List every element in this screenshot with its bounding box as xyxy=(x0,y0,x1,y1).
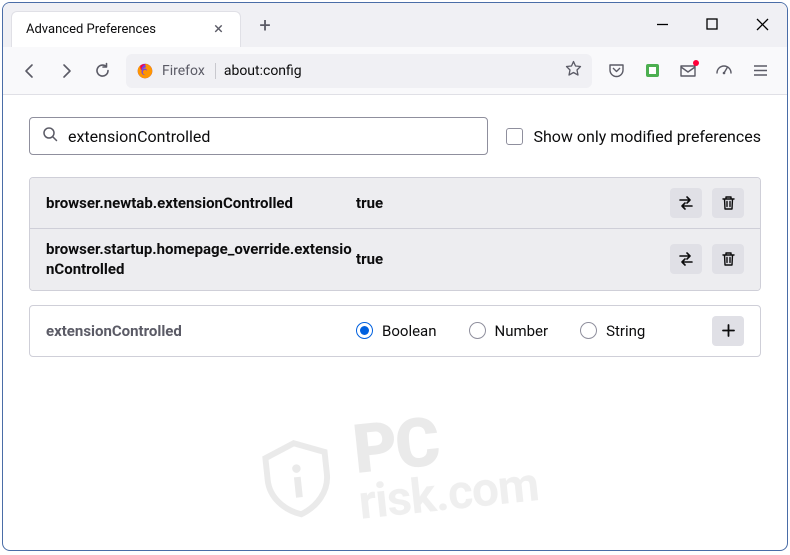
radio-input[interactable] xyxy=(356,322,373,339)
add-button[interactable] xyxy=(712,316,744,346)
toggle-icon xyxy=(677,195,695,211)
show-modified-checkbox[interactable] xyxy=(506,128,523,145)
watermark-text-2: risk.com xyxy=(357,462,541,524)
dashboard-icon[interactable] xyxy=(707,54,741,88)
watermark-logo-icon xyxy=(251,431,344,524)
toolbar-icons xyxy=(599,54,777,88)
radio-label: String xyxy=(606,322,645,340)
radio-input[interactable] xyxy=(469,322,486,339)
bookmark-star-icon[interactable] xyxy=(565,60,582,81)
watermark-text-1: PC xyxy=(350,401,536,481)
close-window-button[interactable] xyxy=(752,14,772,34)
pocket-icon[interactable] xyxy=(599,54,633,88)
trash-icon xyxy=(721,195,736,211)
address-bar[interactable]: Firefox xyxy=(126,54,592,88)
add-pref-row: extensionControlled Boolean Number Strin… xyxy=(29,305,761,357)
forward-button[interactable] xyxy=(49,54,83,88)
radio-string[interactable]: String xyxy=(580,322,645,340)
pref-value: true xyxy=(356,250,670,268)
notification-badge xyxy=(693,60,699,66)
radio-input[interactable] xyxy=(580,322,597,339)
toggle-button[interactable] xyxy=(670,188,702,218)
tab-advanced-preferences[interactable]: Advanced Preferences × xyxy=(11,11,241,47)
menu-icon[interactable] xyxy=(743,54,777,88)
window-controls xyxy=(652,14,772,34)
radio-label: Boolean xyxy=(382,322,437,340)
mail-icon[interactable] xyxy=(671,54,705,88)
delete-button[interactable] xyxy=(712,188,744,218)
pref-value: true xyxy=(356,194,670,212)
pref-name: browser.newtab.extensionControlled xyxy=(46,193,356,213)
search-icon xyxy=(42,126,58,146)
toolbar: Firefox xyxy=(3,47,787,95)
toggle-button[interactable] xyxy=(670,244,702,274)
tab-close-icon[interactable]: × xyxy=(214,21,223,38)
add-pref-name: extensionControlled xyxy=(46,322,356,340)
search-box[interactable] xyxy=(29,117,488,155)
radio-label: Number xyxy=(495,322,549,340)
new-tab-button[interactable]: + xyxy=(250,10,280,40)
watermark: PC risk.com xyxy=(250,401,541,534)
search-input[interactable] xyxy=(68,127,475,146)
firefox-logo-icon xyxy=(136,62,154,80)
pref-row[interactable]: browser.newtab.extensionControlled true xyxy=(30,178,760,229)
back-button[interactable] xyxy=(13,54,47,88)
prefs-table: browser.newtab.extensionControlled true … xyxy=(29,177,761,291)
maximize-button[interactable] xyxy=(702,14,722,34)
radio-boolean[interactable]: Boolean xyxy=(356,322,437,340)
pref-name: browser.startup.homepage_override.extens… xyxy=(46,239,356,280)
address-identity-label: Firefox xyxy=(162,63,216,79)
pref-actions xyxy=(670,244,744,274)
extension-icon[interactable] xyxy=(635,54,669,88)
radio-number[interactable]: Number xyxy=(469,322,549,340)
trash-icon xyxy=(721,251,736,267)
delete-button[interactable] xyxy=(712,244,744,274)
reload-button[interactable] xyxy=(85,54,119,88)
pref-actions xyxy=(670,188,744,218)
type-radio-group: Boolean Number String xyxy=(356,322,712,340)
show-modified-label: Show only modified preferences xyxy=(533,127,761,146)
address-url-input[interactable] xyxy=(224,63,557,79)
toggle-icon xyxy=(677,251,695,267)
plus-icon xyxy=(721,323,736,338)
tab-title: Advanced Preferences xyxy=(26,22,156,37)
search-row: Show only modified preferences xyxy=(29,117,761,155)
show-modified-checkbox-row[interactable]: Show only modified preferences xyxy=(506,127,761,146)
window: Advanced Preferences × + xyxy=(2,2,788,551)
minimize-button[interactable] xyxy=(652,14,672,34)
pref-row[interactable]: browser.startup.homepage_override.extens… xyxy=(30,229,760,290)
content-area: Show only modified preferences browser.n… xyxy=(3,95,787,550)
